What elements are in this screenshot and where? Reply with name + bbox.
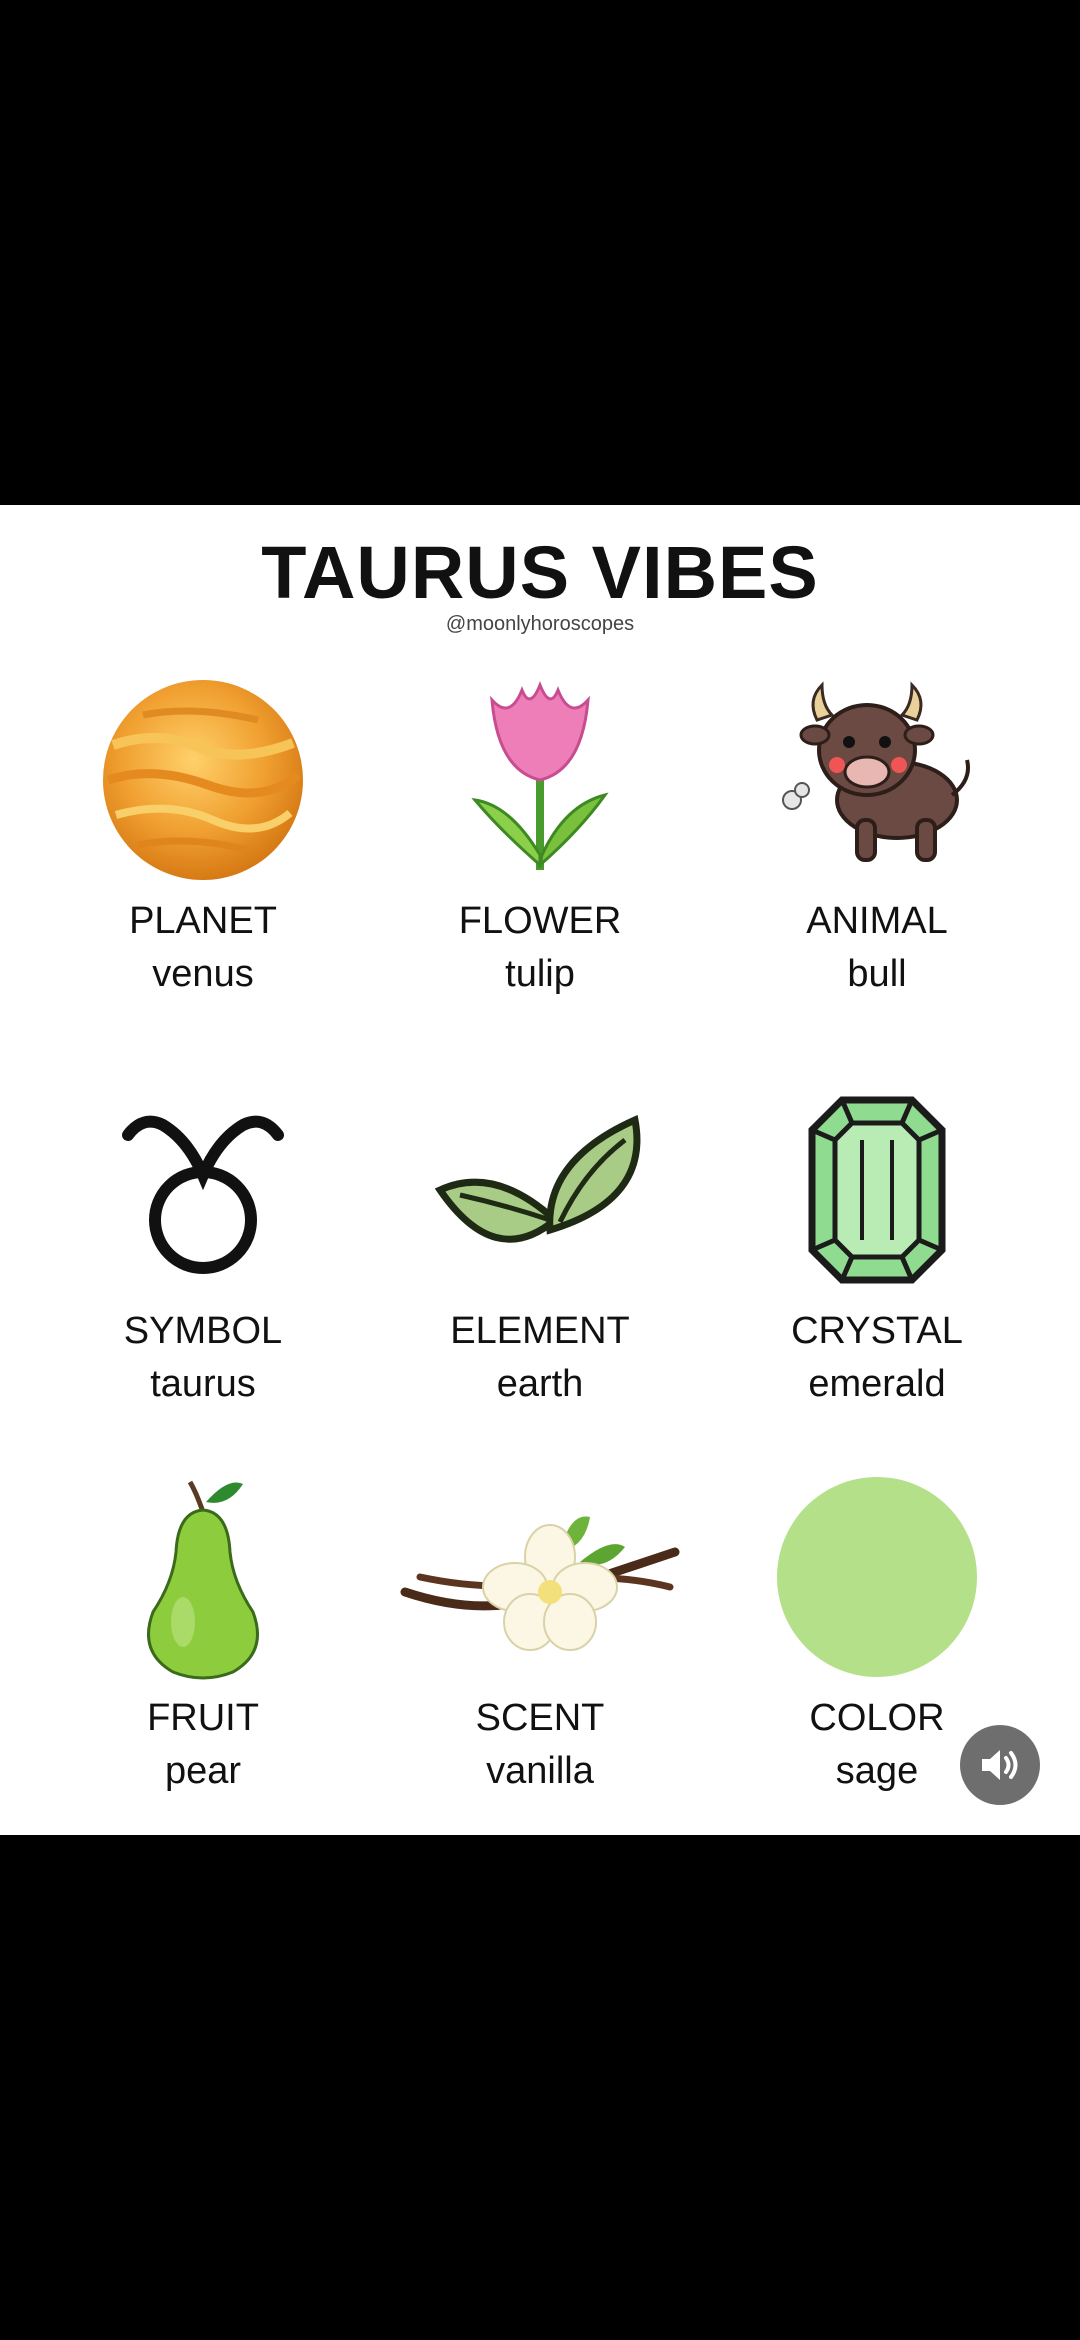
item-element: ELEMENT earth bbox=[370, 1080, 710, 1406]
bull-icon bbox=[782, 681, 970, 862]
item-value: earth bbox=[496, 1363, 584, 1405]
item-label: FRUIT bbox=[147, 1697, 259, 1739]
item-label: ELEMENT bbox=[450, 1310, 630, 1352]
item-value: taurus bbox=[150, 1363, 256, 1405]
author-handle: @moonlyhoroscopes bbox=[445, 613, 635, 635]
item-value: vanilla bbox=[486, 1750, 594, 1792]
item-value: emerald bbox=[808, 1363, 946, 1405]
item-value: tulip bbox=[505, 953, 575, 995]
item-label: SCENT bbox=[475, 1697, 605, 1739]
taurus-symbol-icon bbox=[122, 1115, 284, 1274]
item-label: PLANET bbox=[129, 900, 277, 942]
item-crystal: CRYSTAL emerald bbox=[707, 1080, 1047, 1406]
item-value: bull bbox=[847, 953, 907, 995]
leaves-icon bbox=[435, 1115, 641, 1243]
item-label: CRYSTAL bbox=[791, 1310, 963, 1352]
taurus-vibes-card: TAURUS VIBES @moonlyhoroscopes PLANET ve… bbox=[0, 505, 1080, 1835]
item-label: FLOWER bbox=[458, 900, 622, 942]
item-flower: FLOWER tulip bbox=[370, 670, 710, 996]
pear-icon bbox=[147, 1480, 259, 1680]
item-animal: ANIMAL bull bbox=[707, 670, 1047, 996]
venus-planet-icon bbox=[103, 680, 303, 880]
item-scent: SCENT vanilla bbox=[370, 1467, 710, 1793]
item-value: venus bbox=[152, 953, 254, 995]
emerald-icon bbox=[808, 1096, 946, 1284]
item-label: SYMBOL bbox=[123, 1310, 283, 1352]
item-planet: PLANET venus bbox=[33, 670, 373, 996]
speaker-icon bbox=[982, 1750, 1018, 1780]
item-symbol: SYMBOL taurus bbox=[33, 1080, 373, 1406]
tulip-icon bbox=[471, 680, 609, 870]
vanilla-icon bbox=[400, 1516, 680, 1651]
page-title: TAURUS VIBES bbox=[261, 531, 819, 614]
sound-toggle-button[interactable] bbox=[960, 1725, 1040, 1805]
sage-swatch-icon bbox=[777, 1477, 977, 1677]
item-label: ANIMAL bbox=[806, 900, 948, 942]
item-value: pear bbox=[164, 1750, 242, 1792]
item-fruit: FRUIT pear bbox=[33, 1467, 373, 1793]
